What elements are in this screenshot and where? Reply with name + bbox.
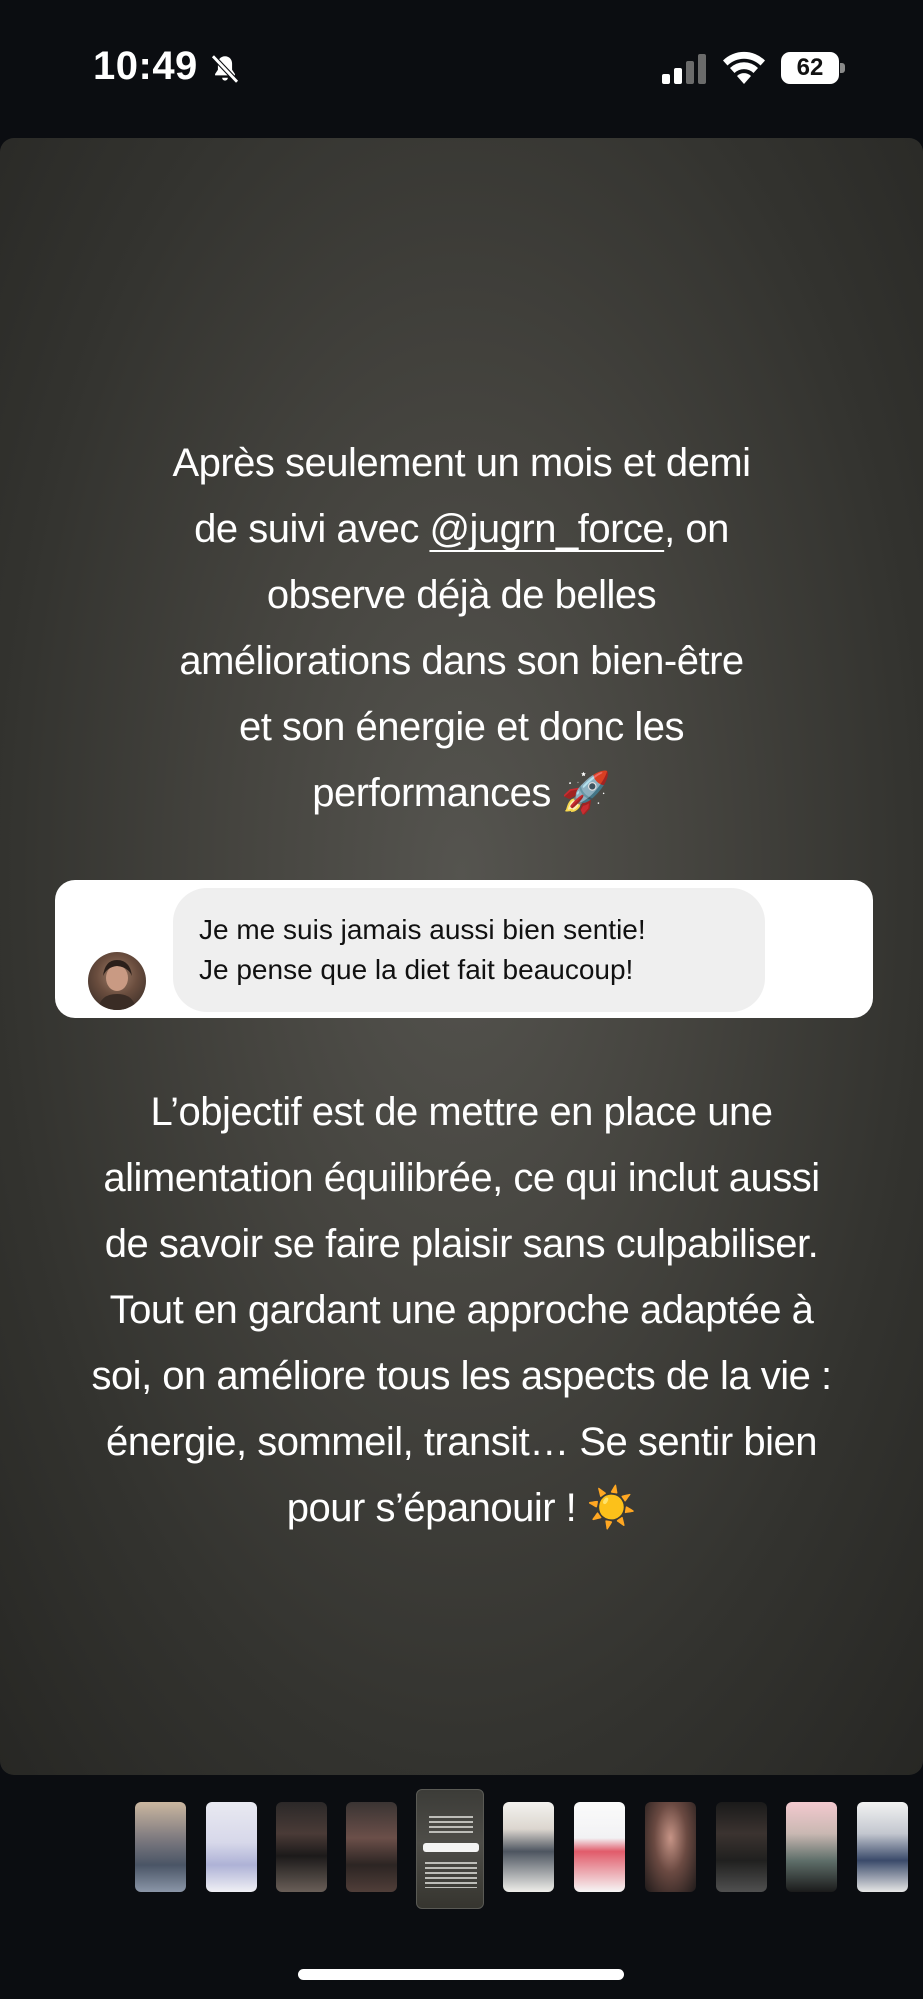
signal-icon [662,54,706,84]
home-indicator[interactable] [298,1969,624,1980]
caption-line: Après seulement un mois et demi [172,441,751,485]
reply-line: Je pense que la diet fait beaucoup! [199,954,634,985]
caption-fragment: de suivi avec [194,507,430,551]
bell-off-icon [211,54,239,84]
avatar [88,952,146,1010]
caption-fragment: , on [664,507,729,551]
story-thumbnail[interactable] [276,1802,327,1892]
caption-line: énergie, sommeil, transit… Se sentir bie… [106,1420,817,1464]
story-card[interactable]: Après seulement un mois et demi de suivi… [0,138,923,1775]
story-thumbnail-strip [0,1775,923,1925]
battery-level: 62 [796,54,824,81]
status-time: 10:49 [93,44,198,88]
story-thumbnail[interactable] [206,1802,257,1892]
caption-line: Tout en gardant une approche adaptée à [109,1288,814,1332]
story-thumbnail[interactable] [346,1802,397,1892]
story-thumbnail[interactable] [645,1802,696,1892]
reply-sticker: Je me suis jamais aussi bien sentie! Je … [55,880,873,1018]
wifi-icon [723,51,765,84]
reply-line: Je me suis jamais aussi bien sentie! [199,914,646,945]
caption-line: L’objectif est de mettre en place une [150,1090,773,1134]
story-thumbnail[interactable] [503,1802,554,1892]
caption-line: et son énergie et donc les [238,705,685,749]
caption-line: observe déjà de belles [266,573,657,617]
story-caption-bottom: L’objectif est de mettre en place une al… [0,1079,923,1541]
thumbnail-sticker [423,1843,479,1852]
avatar-face-icon [98,960,136,1010]
caption-line: de savoir se faire plaisir sans culpabil… [104,1222,819,1266]
story-thumbnail[interactable] [857,1802,908,1892]
story-thumbnail-selected[interactable] [416,1789,484,1909]
reply-bubble: Je me suis jamais aussi bien sentie! Je … [173,888,765,1012]
thumbnail-text-lines [429,1816,473,1836]
caption-line: pour s’épanouir ! ☀️ [286,1486,637,1530]
mention-link[interactable]: @jugrn_force [429,507,664,551]
caption-line: performances 🚀 [312,771,611,815]
caption-line: soi, on améliore tous les aspects de la … [91,1354,832,1398]
caption-line-mention: de suivi avec @jugrn_force, on [0,496,923,562]
story-thumbnail[interactable] [135,1802,186,1892]
caption-line: alimentation équilibrée, ce qui inclut a… [103,1156,820,1200]
story-thumbnail[interactable] [574,1802,625,1892]
story-caption-top: Après seulement un mois et demi de suivi… [0,430,923,826]
caption-line: améliorations dans son bien-être [179,639,744,683]
story-thumbnail[interactable] [786,1802,837,1892]
thumbnail-text-lines [425,1862,477,1888]
status-bar: 10:49 62 [0,0,923,138]
battery-tip [840,63,845,73]
story-thumbnail[interactable] [716,1802,767,1892]
battery-icon: 62 [781,52,845,84]
